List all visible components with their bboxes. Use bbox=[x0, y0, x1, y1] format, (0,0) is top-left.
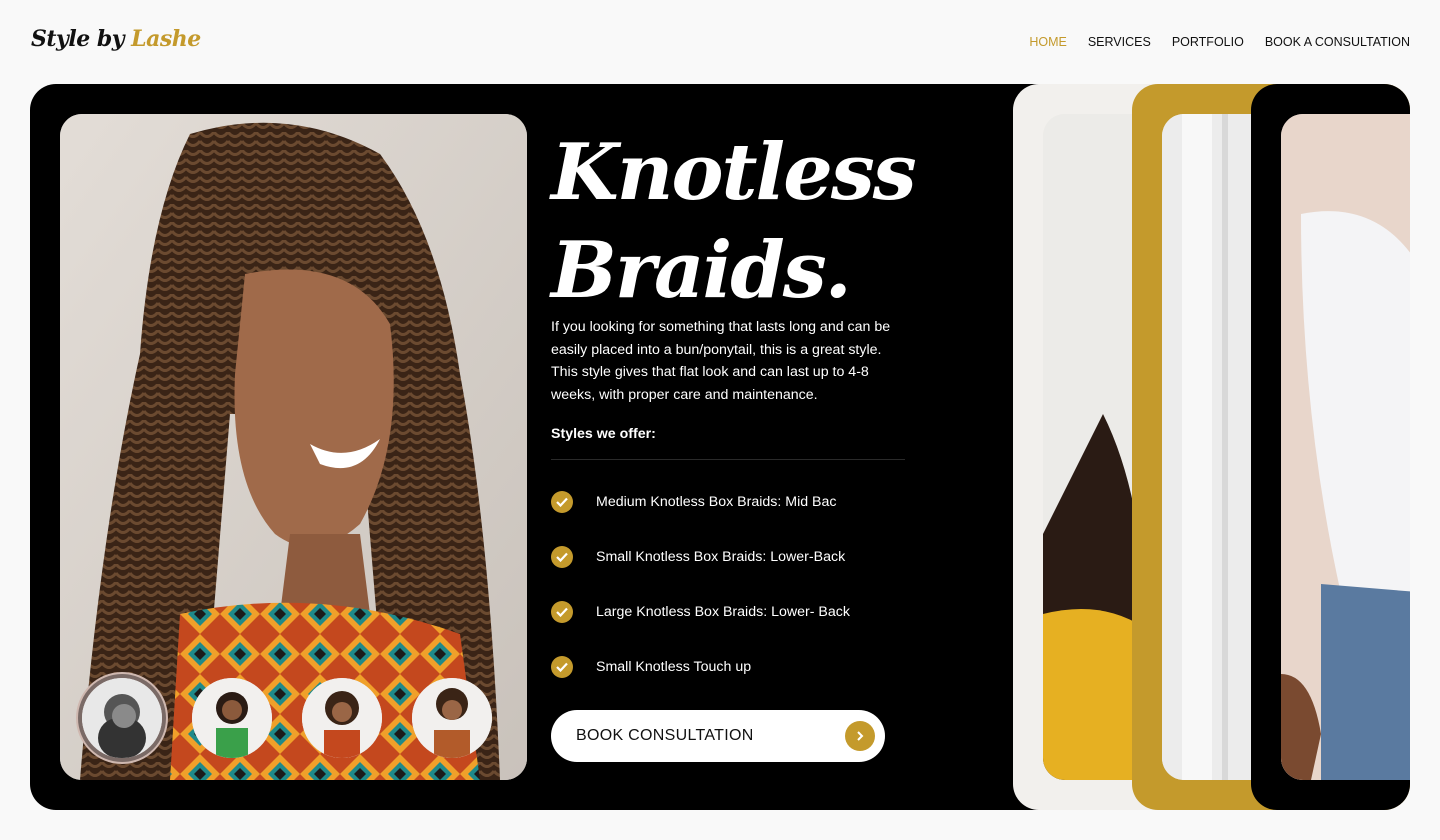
style-option-label: Medium Knotless Box Braids: Mid Bac bbox=[596, 494, 837, 510]
nav-home[interactable]: HOME bbox=[1029, 35, 1067, 49]
style-option-label: Large Knotless Box Braids: Lower- Back bbox=[596, 604, 850, 620]
style-option: Medium Knotless Box Braids: Mid Bac bbox=[551, 491, 837, 513]
brand-name-part1: Style by bbox=[31, 26, 132, 52]
hero-slider: Knotless Braids. If you looking for somet… bbox=[30, 84, 1410, 810]
style-option: Small Knotless Touch up bbox=[551, 656, 751, 678]
chevron-right-icon bbox=[845, 721, 875, 751]
style-option: Small Knotless Box Braids: Lower-Back bbox=[551, 546, 845, 568]
hero-description: If you looking for something that lasts … bbox=[551, 319, 891, 403]
nav-book-consultation[interactable]: BOOK A CONSULTATION bbox=[1265, 35, 1410, 49]
thumbnail-strip bbox=[82, 678, 492, 758]
slide-card-3[interactable] bbox=[1251, 84, 1410, 810]
book-consultation-button[interactable]: BOOK CONSULTATION bbox=[551, 710, 885, 762]
check-icon bbox=[551, 601, 573, 623]
check-icon bbox=[551, 491, 573, 513]
hero-portrait-image bbox=[60, 114, 527, 780]
brand-name-part2: Lashe bbox=[131, 26, 201, 52]
style-option-label: Small Knotless Box Braids: Lower-Back bbox=[596, 549, 846, 565]
hero-title: Knotless Braids. bbox=[551, 124, 917, 320]
style-option-label: Small Knotless Touch up bbox=[596, 659, 752, 675]
thumbnail-1[interactable] bbox=[82, 678, 162, 758]
hero-title-line2: Braids. bbox=[551, 225, 852, 316]
book-consultation-label: BOOK CONSULTATION bbox=[576, 727, 754, 744]
thumbnail-2[interactable] bbox=[192, 678, 272, 758]
main-nav: HOME SERVICES PORTFOLIO BOOK A CONSULTAT… bbox=[1029, 35, 1410, 49]
styles-heading: Styles we offer: bbox=[551, 426, 656, 442]
nav-services[interactable]: SERVICES bbox=[1088, 35, 1151, 49]
thumbnail-4[interactable] bbox=[412, 678, 492, 758]
thumbnail-3[interactable] bbox=[302, 678, 382, 758]
nav-portfolio[interactable]: PORTFOLIO bbox=[1172, 35, 1244, 49]
hero-title-line1: Knotless bbox=[551, 127, 917, 218]
slide-card-3-image bbox=[1281, 114, 1410, 780]
brand-logo[interactable]: Style by Lashe bbox=[31, 26, 201, 52]
check-icon bbox=[551, 546, 573, 568]
style-option: Large Knotless Box Braids: Lower- Back bbox=[551, 601, 850, 623]
check-icon bbox=[551, 656, 573, 678]
divider bbox=[551, 459, 905, 460]
